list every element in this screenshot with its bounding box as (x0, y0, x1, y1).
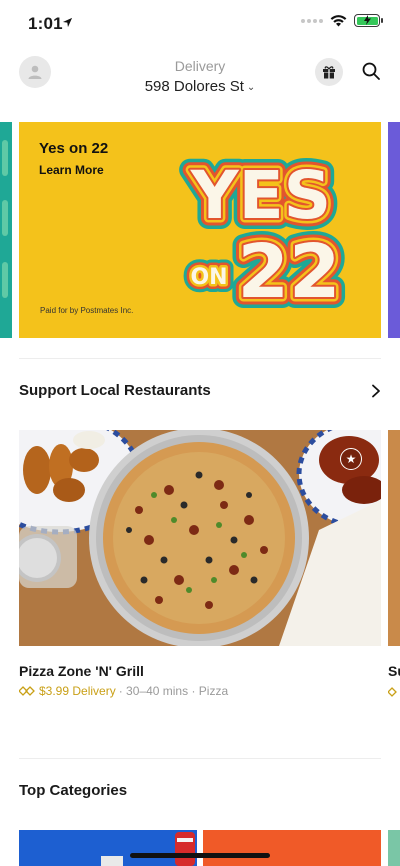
delivery-fee-icon (19, 686, 35, 696)
promo-disclaimer: Paid for by Postmates Inc. (40, 306, 134, 315)
promo-title: Yes on 22 (39, 140, 109, 157)
chevron-down-icon: ⌄ (246, 82, 256, 93)
next-restaurant-name[interactable]: Su (388, 663, 400, 679)
chevron-right-icon[interactable] (370, 384, 382, 398)
gift-button[interactable] (315, 58, 343, 86)
svg-text:ON: ON (190, 265, 227, 290)
wifi-icon (330, 15, 347, 27)
svg-text:22: 22 (238, 229, 341, 314)
signal-icon (301, 18, 323, 23)
previous-promo-card[interactable] (0, 122, 12, 338)
battery-charging-icon (354, 14, 383, 27)
search-button[interactable] (361, 61, 383, 83)
status-bar: 1:01 (0, 0, 400, 46)
restaurant-card-image[interactable] (19, 430, 381, 646)
status-time: 1:01 (28, 14, 63, 33)
section-title-support-local[interactable]: Support Local Restaurants (19, 382, 211, 399)
yes-on-22-graphic: YES YES YES YES YES ON ON ON ON 22 22 22… (179, 146, 352, 314)
section-title-top-categories[interactable]: Top Categories (19, 782, 127, 799)
cuisine: · Pizza (191, 684, 229, 698)
favorite-star-icon[interactable]: ★ (340, 448, 362, 470)
location-arrow-icon (62, 17, 73, 28)
category-tile[interactable] (19, 830, 197, 866)
pizza-photo (19, 430, 381, 646)
home-indicator[interactable] (130, 853, 270, 858)
delivery-eta: · 30–40 mins (118, 684, 189, 698)
status-indicators (301, 14, 383, 27)
restaurant-meta: $3.99 Delivery · 30–40 mins · Pizza (19, 684, 228, 698)
delivery-fee: $3.99 Delivery (39, 684, 116, 698)
promo-learn-more-link[interactable]: Learn More (39, 163, 104, 177)
divider (19, 358, 381, 359)
svg-text:YES: YES (190, 157, 331, 234)
divider (19, 758, 381, 759)
restaurant-name[interactable]: Pizza Zone 'N' Grill (19, 663, 144, 679)
category-tile[interactable] (388, 830, 400, 866)
next-promo-card[interactable] (388, 122, 400, 338)
address-text: 598 Dolores St (144, 78, 244, 95)
next-restaurant-card[interactable] (388, 430, 400, 646)
drinks-photo (101, 832, 195, 866)
promo-banner[interactable]: Yes on 22 Learn More YES YES YES YES YES… (19, 122, 381, 338)
delivery-fee-icon (388, 687, 397, 697)
gift-icon (323, 66, 335, 79)
next-restaurant-meta (388, 684, 400, 702)
search-icon (362, 62, 380, 80)
app-header: Delivery 598 Dolores St ⌄ (0, 46, 400, 106)
category-tile[interactable] (203, 830, 381, 866)
